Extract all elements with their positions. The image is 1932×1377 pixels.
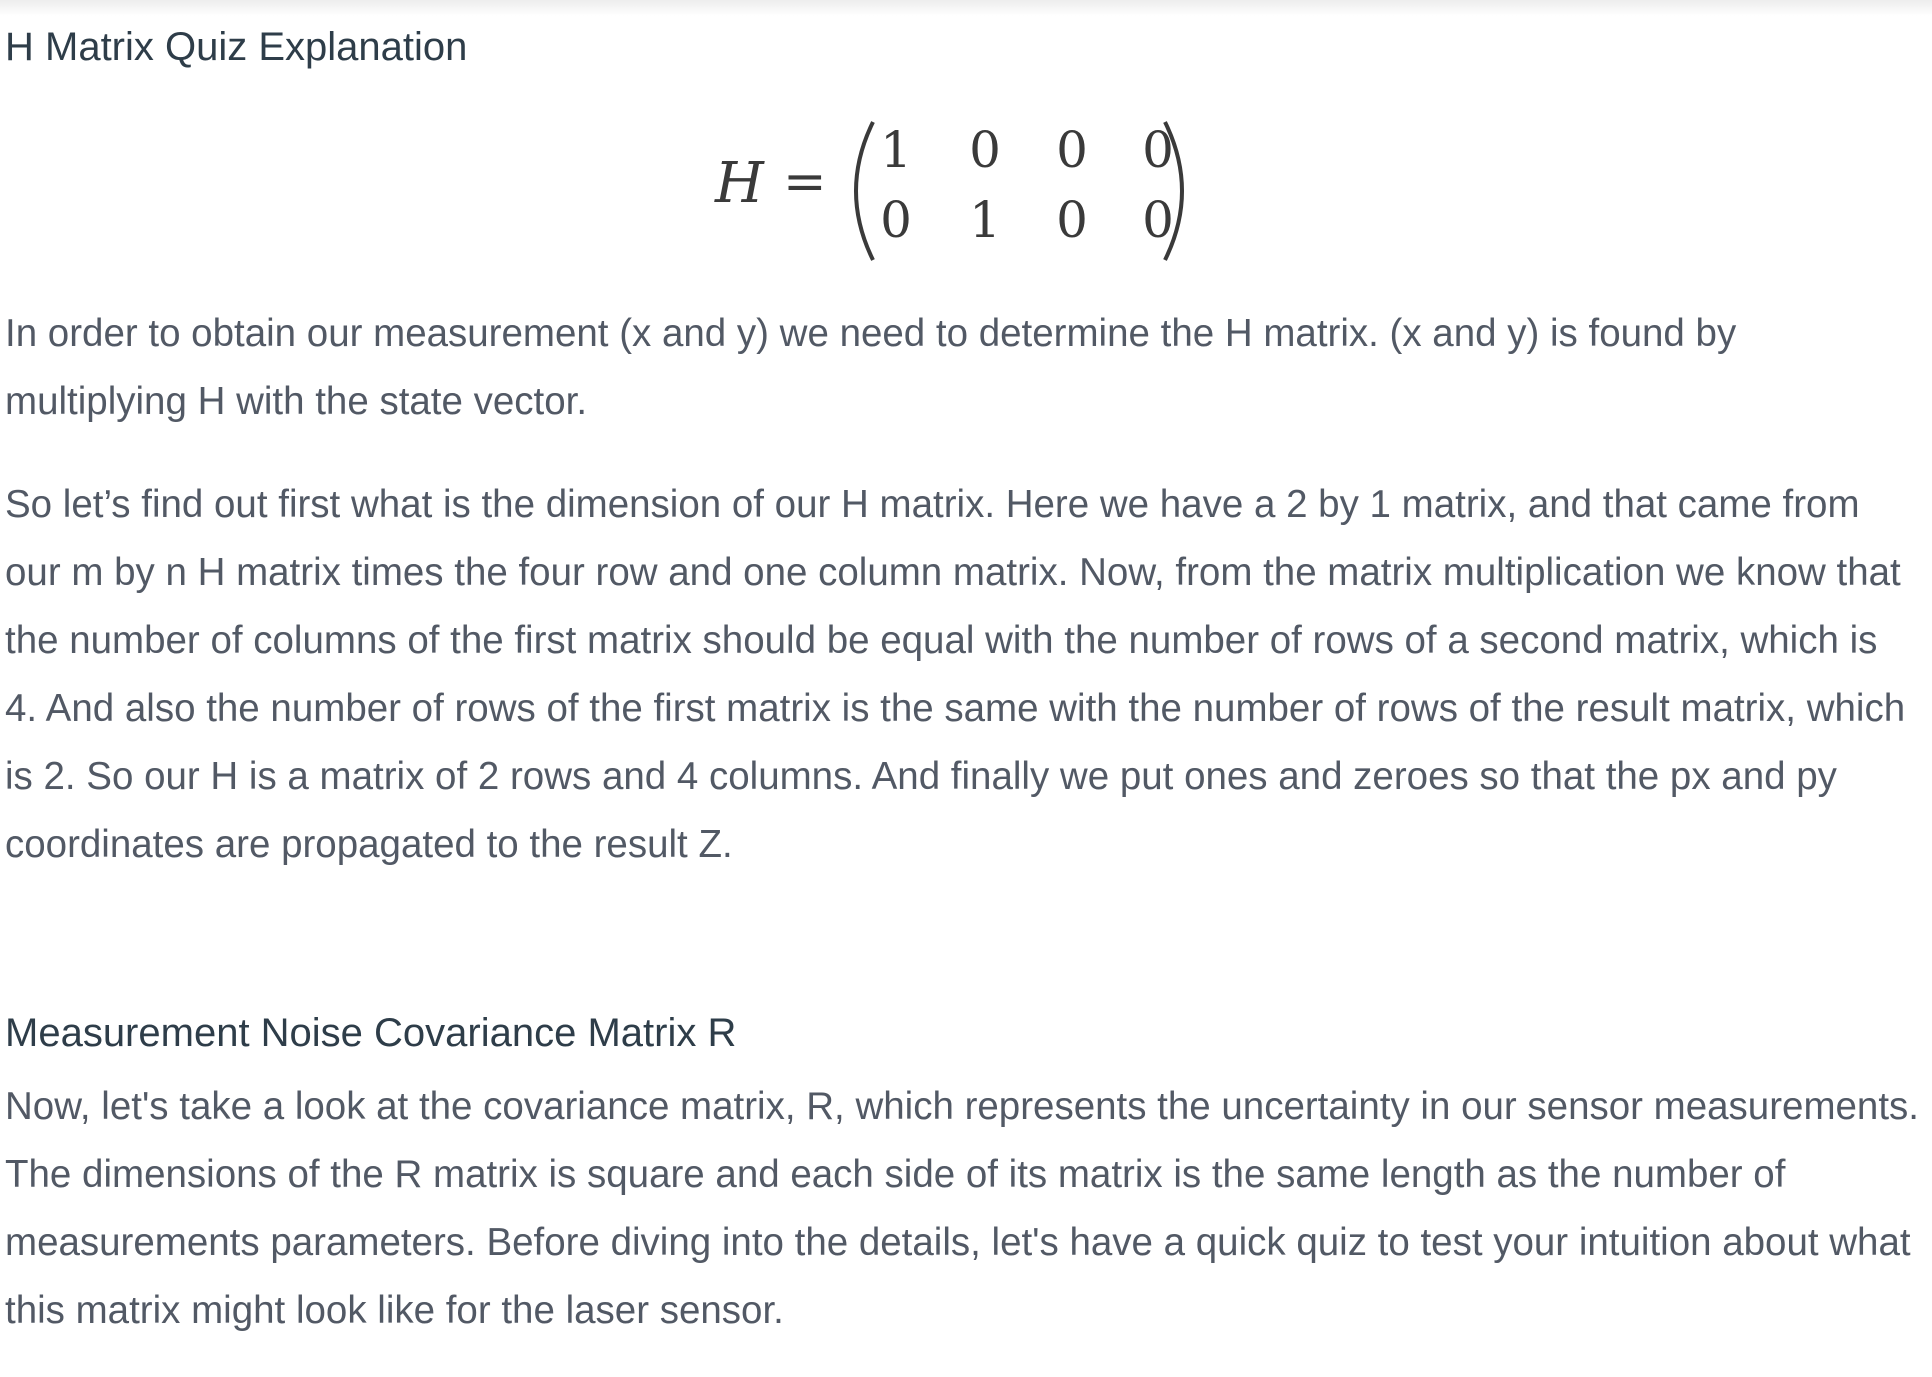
top-shadow [0,0,1932,16]
matrix-cell: 0 [969,121,1001,179]
h-matrix-equation: H = 1 0 0 0 0 1 0 0 [715,112,1235,272]
matrix-cell: 1 [969,191,1001,249]
matrix-cell: 0 [1056,121,1088,179]
matrix-cell: 0 [1056,191,1088,249]
covariance-paragraph: Now, let's take a look at the covariance… [5,1085,1919,1332]
right-parenthesis [1163,121,1184,261]
page-title: H Matrix Quiz Explanation [5,25,468,69]
section-heading: Measurement Noise Covariance Matrix R [5,1011,737,1055]
intro-paragraph: In order to obtain our measurement (x an… [5,312,1737,423]
equation-operator: = [783,152,827,212]
matrix-cell: 1 [880,121,912,179]
dimension-paragraph: So let’s find out first what is the dime… [5,483,1906,866]
matrix-cell: 0 [880,191,912,249]
equation-variable: H [715,151,764,216]
